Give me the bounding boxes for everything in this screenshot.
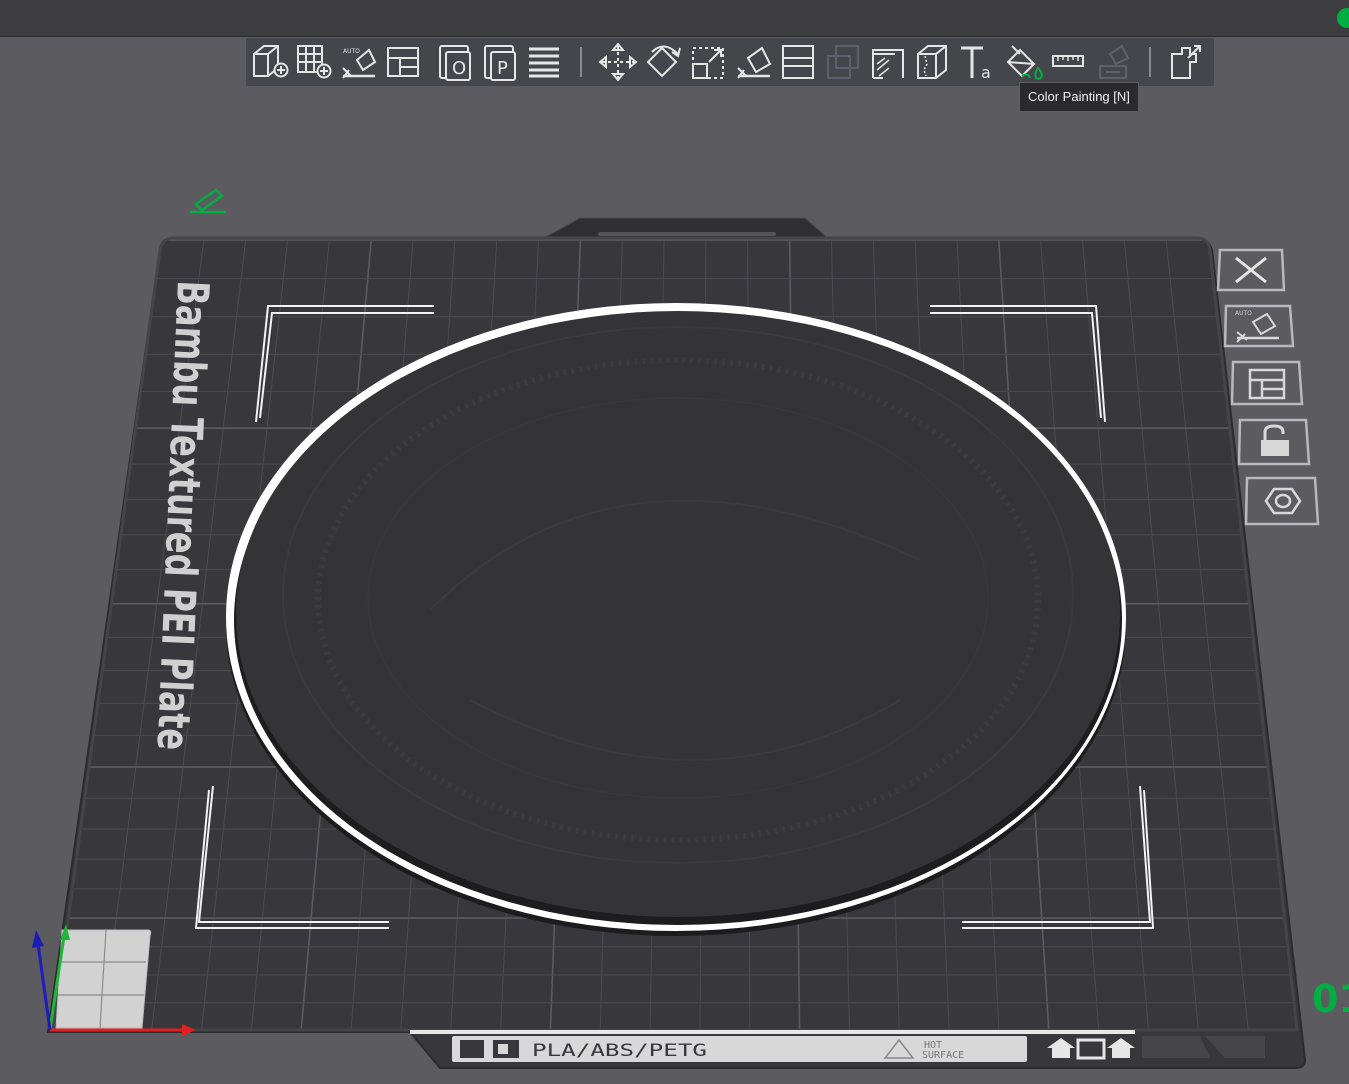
variable-layer-height-button[interactable]: [523, 40, 565, 84]
close-icon: [1216, 248, 1286, 292]
assembly-button[interactable]: [1092, 40, 1134, 84]
split-to-objects-button[interactable]: O: [434, 40, 476, 84]
auto-orient-icon: AUTO: [1223, 304, 1295, 348]
cut-icon: [782, 45, 814, 79]
support-paint-icon: [872, 49, 904, 79]
arrange-button[interactable]: [382, 40, 424, 84]
support-painting-button[interactable]: [867, 40, 909, 84]
split-parts-icon: P: [484, 45, 516, 81]
layers-icon: [529, 47, 559, 78]
model-disc[interactable]: [226, 303, 1126, 936]
unlock-icon: [1237, 418, 1311, 466]
ruler-icon: [1052, 55, 1084, 67]
svg-text:O: O: [452, 58, 466, 79]
plate-settings-button[interactable]: [1244, 476, 1320, 526]
assembly-view-button[interactable]: [1166, 40, 1208, 84]
cube-add-icon: [253, 45, 289, 78]
toolbar-separator: [580, 47, 582, 77]
main-toolbar: AUTO O P a: [246, 38, 1214, 86]
cut-button[interactable]: [777, 40, 819, 84]
svg-text:a: a: [981, 63, 991, 82]
delete-plate-button[interactable]: [1216, 248, 1286, 292]
toolbar-separator: [1149, 47, 1151, 77]
arrange-icon: [1230, 360, 1304, 406]
measure-button[interactable]: [1047, 40, 1089, 84]
add-plate-button[interactable]: [292, 40, 334, 84]
rotate-button[interactable]: [642, 40, 684, 84]
lock-plate-button[interactable]: [1237, 418, 1311, 466]
add-object-button[interactable]: [248, 40, 290, 84]
auto-orient-plate-button[interactable]: AUTO: [1223, 304, 1295, 348]
rotate-icon: [646, 45, 681, 78]
plate-number: 01: [1312, 977, 1349, 1021]
bed-material-label: PLA/ABS/PETG: [532, 1041, 707, 1061]
auto-orient-button[interactable]: AUTO: [337, 40, 379, 84]
move-button[interactable]: [597, 40, 639, 84]
seam-painting-button[interactable]: [912, 40, 954, 84]
split-objects-icon: O: [439, 45, 471, 81]
text-icon: a: [961, 46, 991, 82]
assembly-icon: [1099, 44, 1130, 79]
seam-paint-icon: [917, 45, 947, 79]
scale-button[interactable]: [687, 40, 729, 84]
svg-text:AUTO: AUTO: [1235, 310, 1252, 317]
surface-label: SURFACE: [922, 1050, 964, 1061]
pencil-icon[interactable]: [190, 188, 226, 214]
svg-text:P: P: [497, 58, 508, 79]
arrange-icon: [387, 47, 419, 77]
svg-text:AUTO: AUTO: [343, 48, 360, 55]
auto-orient-icon: AUTO: [342, 48, 377, 79]
tooltip: Color Painting [N]: [1019, 82, 1139, 112]
boolean-button[interactable]: [822, 40, 864, 84]
arrange-plate-button[interactable]: [1230, 360, 1304, 406]
color-painting-button[interactable]: [1002, 40, 1044, 84]
hexagon-settings-icon: [1244, 476, 1320, 526]
split-to-parts-button[interactable]: P: [479, 40, 521, 84]
scale-icon: [692, 47, 724, 79]
lay-on-face-icon: [737, 46, 772, 79]
move-icon: [598, 42, 638, 82]
text-shape-button[interactable]: a: [957, 40, 999, 84]
lay-on-face-button[interactable]: [732, 40, 774, 84]
grid-add-icon: [297, 45, 332, 79]
3d-viewport[interactable]: Bambu Textured PEI Plate PLA/ABS/PETG HO…: [0, 0, 1349, 1084]
boolean-icon: [827, 45, 859, 79]
assembly-view-icon: [1171, 45, 1201, 79]
paint-bucket-icon: [1006, 45, 1044, 80]
